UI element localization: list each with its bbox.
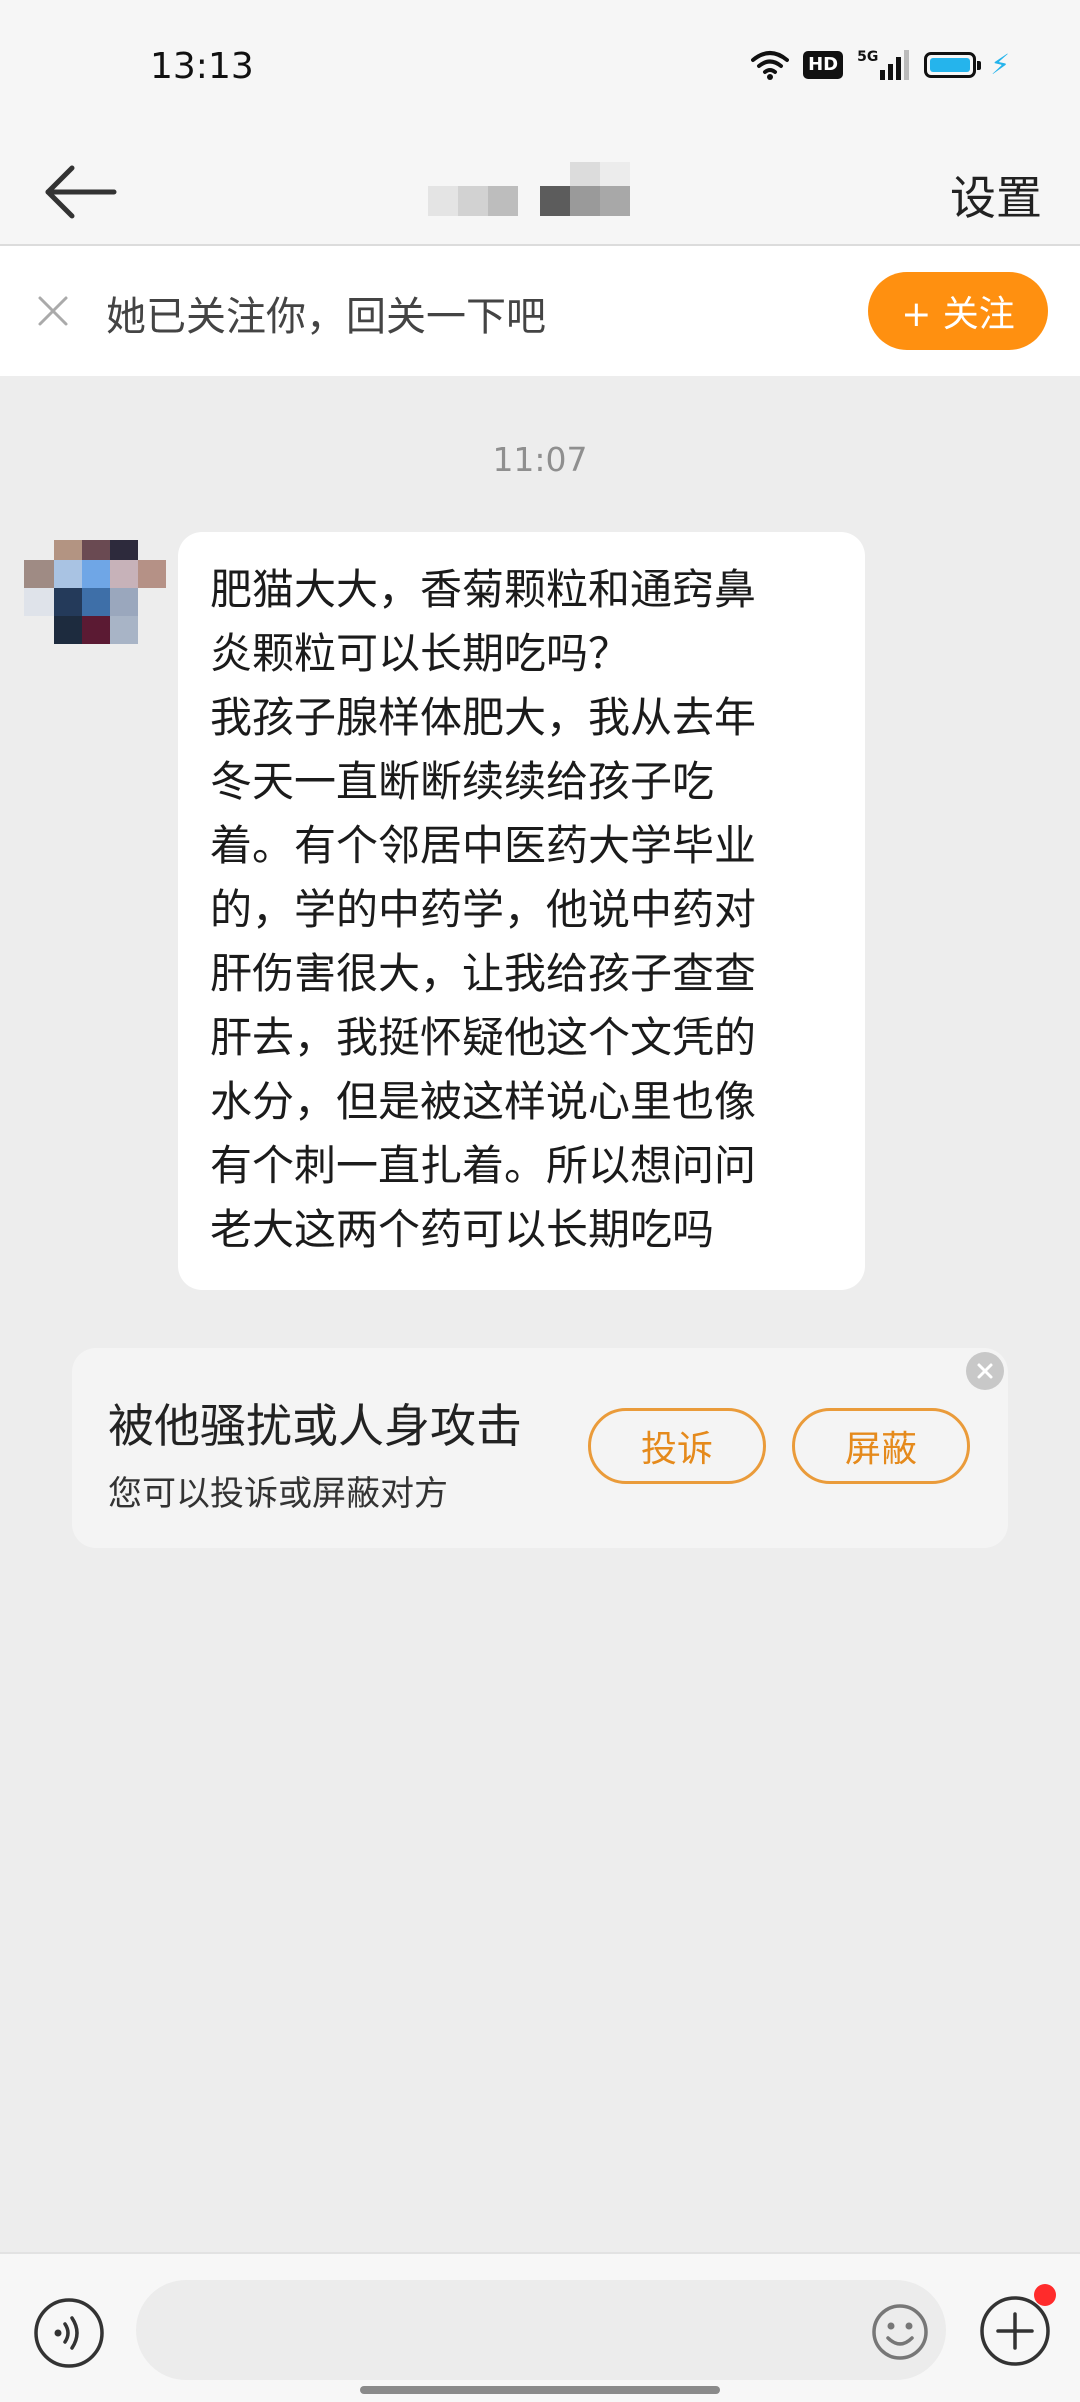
signal-icon: 5G [857, 50, 910, 80]
home-indicator[interactable] [360, 2386, 720, 2394]
notification-dot [1034, 2284, 1056, 2306]
complain-button[interactable]: 投诉 [588, 1408, 766, 1484]
back-arrow-icon[interactable] [40, 152, 120, 232]
report-card-title: 被他骚扰或人身攻击 [108, 1399, 522, 1453]
avatar[interactable] [24, 540, 168, 656]
close-icon[interactable] [966, 1352, 1004, 1390]
hd-badge: HD [803, 51, 844, 79]
settings-button[interactable]: 设置 [950, 162, 1042, 228]
follow-button[interactable]: + 关注 [868, 272, 1048, 350]
block-button[interactable]: 屏蔽 [792, 1408, 970, 1484]
chat-title-blurred [420, 162, 660, 222]
voice-icon[interactable] [32, 2296, 106, 2370]
emoji-icon[interactable] [870, 2302, 930, 2362]
follow-prompt-text: 她已关注你，回关一下吧 [106, 294, 546, 340]
wifi-icon [751, 51, 790, 80]
nav-bar: 设置 [0, 140, 1080, 246]
message-bubble[interactable]: 肥猫大大，香菊颗粒和通窍鼻 炎颗粒可以长期吃吗？ 我孩子腺样体肥大，我从去年 冬… [178, 532, 865, 1290]
message-input[interactable] [136, 2280, 946, 2380]
input-bar [0, 2252, 1080, 2402]
close-icon[interactable] [30, 288, 76, 334]
status-icons: HD 5G ⚡ [751, 50, 1010, 80]
battery-icon [924, 52, 982, 78]
harassment-report-card: 被他骚扰或人身攻击 您可以投诉或屏蔽对方 投诉 屏蔽 [72, 1348, 1008, 1548]
charging-icon: ⚡ [990, 48, 1010, 81]
message-timestamp: 11:07 [492, 440, 588, 479]
follow-back-banner: 她已关注你，回关一下吧 + 关注 [0, 246, 1080, 376]
status-bar: 13:13 HD 5G ⚡ [0, 0, 1080, 140]
signal-bars-icon [880, 50, 910, 80]
report-card-subtitle: 您可以投诉或屏蔽对方 [108, 1474, 448, 1514]
network-type: 5G [857, 49, 879, 65]
status-time: 13:13 [150, 46, 254, 87]
